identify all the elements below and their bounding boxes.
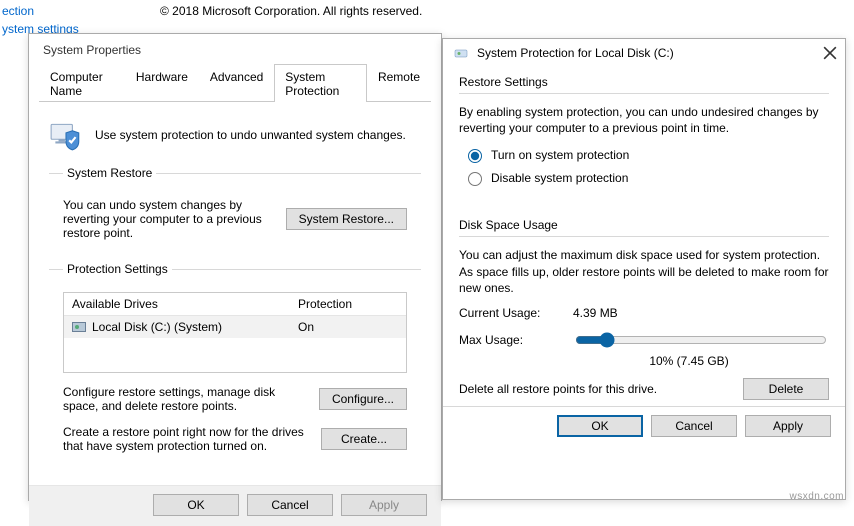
dialog-buttons: OK Cancel Apply (443, 406, 845, 447)
close-icon[interactable] (823, 46, 837, 60)
tab-computer-name[interactable]: Computer Name (39, 64, 125, 102)
system-restore-text: You can undo system changes by reverting… (63, 198, 274, 240)
radio-on-label: Turn on system protection (491, 148, 629, 162)
radio-disable-protection[interactable]: Disable system protection (463, 169, 829, 186)
delete-button[interactable]: Delete (743, 378, 829, 400)
drive-row-local-c[interactable]: Local Disk (C:) (System) On (64, 316, 406, 338)
intro-text: Use system protection to undo unwanted s… (95, 128, 406, 142)
cancel-button[interactable]: Cancel (651, 415, 737, 437)
apply-button[interactable]: Apply (745, 415, 831, 437)
group-protection-settings: Protection Settings Available Drives Pro… (49, 262, 421, 463)
max-usage-value: 10% (7.45 GB) (459, 354, 829, 368)
max-usage-label: Max Usage: (459, 333, 559, 347)
radio-off-label: Disable system protection (491, 171, 628, 185)
disk-space-text: You can adjust the maximum disk space us… (459, 247, 829, 296)
tab-remote[interactable]: Remote (367, 64, 431, 102)
section-restore-settings: Restore Settings By enabling system prot… (459, 75, 829, 196)
delete-restore-points-text: Delete all restore points for this drive… (459, 382, 731, 396)
legend-system-restore: System Restore (63, 166, 156, 180)
configure-button[interactable]: Configure... (319, 388, 407, 410)
radio-on[interactable] (468, 149, 482, 163)
system-protection-dialog: System Protection for Local Disk (C:) Re… (442, 38, 846, 500)
configure-text: Configure restore settings, manage disk … (63, 385, 307, 413)
watermark: wsxdn.com (789, 491, 844, 502)
restore-settings-text: By enabling system protection, you can u… (459, 104, 829, 136)
drives-list[interactable]: Available Drives Protection Local Disk (… (63, 292, 407, 373)
system-properties-window: System Properties Computer Name Hardware… (28, 33, 442, 501)
apply-button[interactable]: Apply (341, 494, 427, 516)
ok-button[interactable]: OK (153, 494, 239, 516)
shield-monitor-icon (49, 118, 83, 152)
disk-icon (453, 45, 469, 61)
max-usage-slider[interactable] (575, 330, 827, 350)
tab-advanced[interactable]: Advanced (199, 64, 274, 102)
legend-disk-space: Disk Space Usage (459, 218, 829, 237)
drive-name: Local Disk (C:) (System) (92, 320, 222, 334)
current-usage-value: 4.39 MB (573, 306, 618, 320)
cancel-button[interactable]: Cancel (247, 494, 333, 516)
legend-restore-settings: Restore Settings (459, 75, 829, 94)
current-usage-label: Current Usage: (459, 306, 559, 320)
bg-link-ection: ection (2, 4, 34, 18)
tabstrip: Computer Name Hardware Advanced System P… (39, 63, 431, 102)
dialog-buttons: OK Cancel Apply (29, 485, 441, 526)
tab-system-protection[interactable]: System Protection (274, 64, 367, 102)
ok-button[interactable]: OK (557, 415, 643, 437)
col-header-protection: Protection (298, 297, 398, 311)
create-button[interactable]: Create... (321, 428, 407, 450)
section-disk-space-usage: Disk Space Usage You can adjust the maxi… (459, 218, 829, 406)
copyright-text: © 2018 Microsoft Corporation. All rights… (160, 4, 422, 18)
drive-protection-status: On (298, 320, 398, 334)
window-title: System Properties (29, 34, 441, 63)
dialog-title: System Protection for Local Disk (C:) (477, 46, 815, 60)
disk-icon (72, 322, 86, 332)
create-text: Create a restore point right now for the… (63, 425, 309, 453)
system-restore-button[interactable]: System Restore... (286, 208, 407, 230)
radio-off[interactable] (468, 172, 482, 186)
tab-hardware[interactable]: Hardware (125, 64, 199, 102)
group-system-restore: System Restore You can undo system chang… (49, 166, 421, 250)
col-header-drives: Available Drives (72, 297, 298, 311)
legend-protection-settings: Protection Settings (63, 262, 172, 276)
radio-turn-on-protection[interactable]: Turn on system protection (463, 146, 829, 163)
